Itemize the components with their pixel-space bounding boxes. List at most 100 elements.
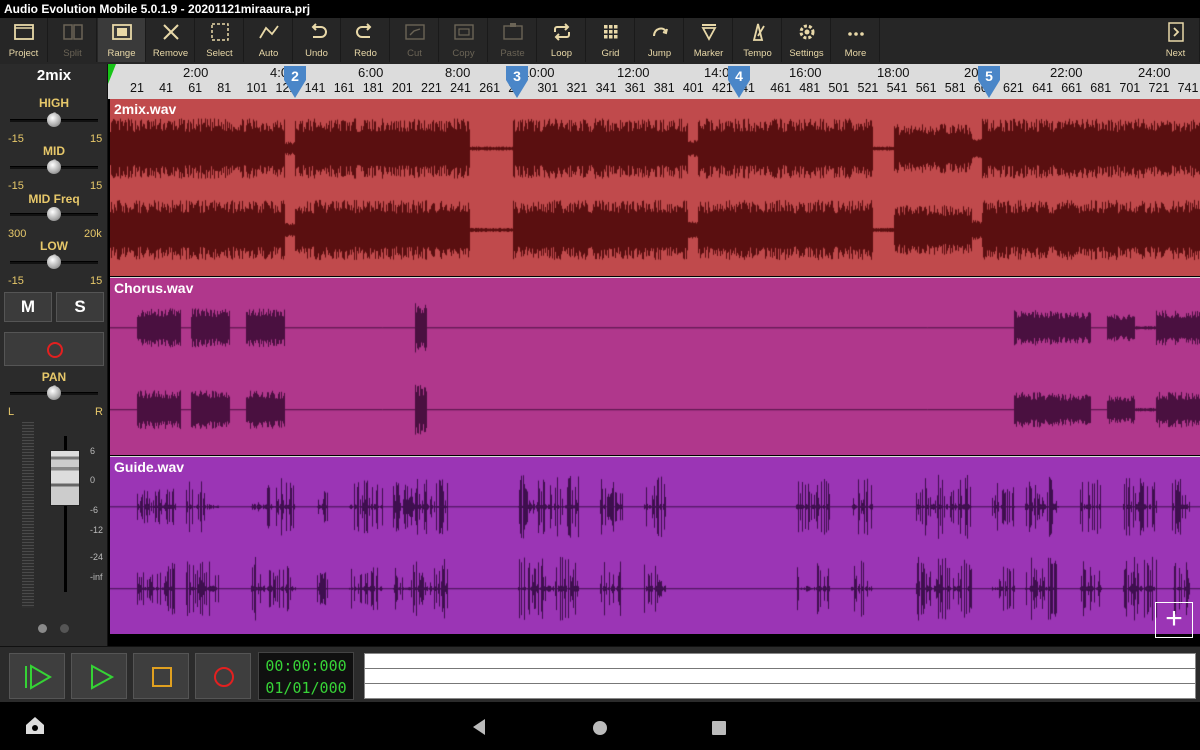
ruler-bar-label: 201 [391,81,413,95]
mute-button[interactable]: M [4,292,52,322]
toolbar-label: Remove [152,48,189,59]
time-counter[interactable]: 00:00:000 01/01/000 [258,652,354,700]
toolbar-settings-button[interactable]: Settings [783,18,831,62]
toolbar-cut-button[interactable]: Cut [391,18,439,62]
automation-icon [258,25,279,39]
toolbar-redo-button[interactable]: Redo [342,18,390,62]
ruler-bar-label: 581 [944,81,966,95]
redo-icon [355,23,371,39]
eq-low-knob[interactable] [47,255,61,269]
recents-icon[interactable] [712,721,726,735]
toolbar-label: More [844,48,867,59]
toolbar-paste-button[interactable]: Paste [489,18,537,62]
start-flag-icon [108,64,116,84]
stop-button[interactable] [133,653,189,699]
eq-mid-knob[interactable] [47,160,61,174]
stop-icon [152,667,172,687]
eq-high-knob[interactable] [47,113,61,127]
toolbar-jump-button[interactable]: Jump [636,18,684,62]
marker-number: 3 [513,68,521,84]
toolbar-split-button[interactable]: Split [49,18,97,62]
ruler-bar-label: 41 [159,81,173,95]
toolbar-label: Cut [407,48,422,59]
toolbar: Project Split Range Remove Select Auto Undo Red… [0,18,1200,64]
toolbar-project-button[interactable]: Project [0,18,48,62]
toolbar-marker-button[interactable]: Marker [685,18,733,62]
ruler-bar-label: 361 [624,81,646,95]
eq-high-label: HIGH [39,96,69,110]
eq-midfreq-knob[interactable] [47,207,61,221]
strip-page-dot-active[interactable] [38,624,47,633]
toolbar-select-button[interactable]: Select [196,18,244,62]
play-button[interactable] [71,653,127,699]
track-name: 2mix.wav [114,101,177,117]
add-track-button[interactable]: + [1155,602,1193,638]
channel-strip: 2mix HIGH -15 15 MID -15 15 MID Freq 300… [0,64,108,646]
toolbar-label: Redo [354,48,377,59]
strip-page-dot[interactable] [60,624,69,633]
ruler-time-label: 18:00 [877,65,910,80]
toolbar-grid-button[interactable]: Grid [587,18,635,62]
toolbar-range-button[interactable]: Range [98,18,146,62]
toolbar-tempo-button[interactable]: Tempo [734,18,782,62]
ruler-bar-label: 21 [130,81,144,95]
ruler-bar-label: 461 [770,81,792,95]
track-2mix[interactable]: 2mix.wav [110,99,1200,276]
track-chorus[interactable]: Chorus.wav [110,277,1200,455]
pan-left-label: L [8,406,15,418]
position-display: 01/01/000 [265,679,347,697]
next-button[interactable]: Next [1152,18,1200,62]
toolbar-more-button[interactable]: More [832,18,880,62]
gear-icon [799,24,814,40]
next-chevron-icon [1167,22,1184,43]
eq-low-max: 15 [90,275,103,287]
back-icon[interactable] [471,718,487,736]
marker-2[interactable]: 2 [284,66,306,98]
record-arm-button[interactable] [4,332,104,366]
ruler-bar-label: 481 [799,81,821,95]
eq-mid-label: MID [43,144,65,158]
play-icon [91,664,115,690]
marker-5[interactable]: 5 [978,66,1000,98]
toolbar-undo-button[interactable]: Undo [293,18,341,62]
marker-number: 4 [735,68,743,84]
ruler-bar-label: 81 [217,81,232,95]
pan-right-label: R [95,406,103,418]
pan-knob[interactable] [47,386,61,400]
timeline-ruler[interactable]: 2:00 4:0 6:00 8:00 10:00 12:00 14:0 16:00 18:00 2… [108,64,1200,99]
fader-scale-label: -12 [90,525,104,535]
eq-midfreq-label: MID Freq [28,192,80,206]
toolbar-copy-button[interactable]: Copy [440,18,488,62]
ruler-bar-label: 161 [333,81,355,95]
toolbar-loop-button[interactable]: Loop [538,18,586,62]
ruler-bar-label: 381 [653,81,675,95]
ruler-bar-label: 241 [450,81,471,95]
marker-icon [700,24,717,42]
ruler-bar-label: 61 [188,81,203,95]
fader-scale-label: -inf [90,572,103,582]
ruler-bar-label: 721 [1148,81,1170,95]
toolbar-auto-button[interactable]: Auto [245,18,293,62]
volume-fader-cap[interactable] [50,450,80,506]
eq-mid-max: 15 [90,180,103,192]
metronome-icon [752,24,765,42]
record-button[interactable] [195,653,251,699]
marker-3[interactable]: 3 [506,66,528,98]
waveform [110,278,1200,455]
folder-icon [13,24,34,41]
copy-icon [453,24,474,41]
song-overview[interactable] [364,653,1196,699]
ruler-bar-label: 641 [1032,81,1053,95]
app-home-icon[interactable] [24,714,46,736]
solo-button[interactable]: S [56,292,104,322]
toolbar-label: Tempo [743,48,772,59]
fader-scale-label: 0 [90,475,96,485]
home-icon[interactable] [592,720,608,736]
ruler-bar-label: 181 [362,81,384,95]
toolbar-label: Settings [789,48,824,59]
marker-4[interactable]: 4 [728,66,750,98]
track-guide[interactable]: Guide.wav [110,456,1200,634]
toolbar-remove-button[interactable]: Remove [147,18,195,62]
play-from-start-button[interactable] [9,653,65,699]
next-label: Next [1165,48,1186,59]
